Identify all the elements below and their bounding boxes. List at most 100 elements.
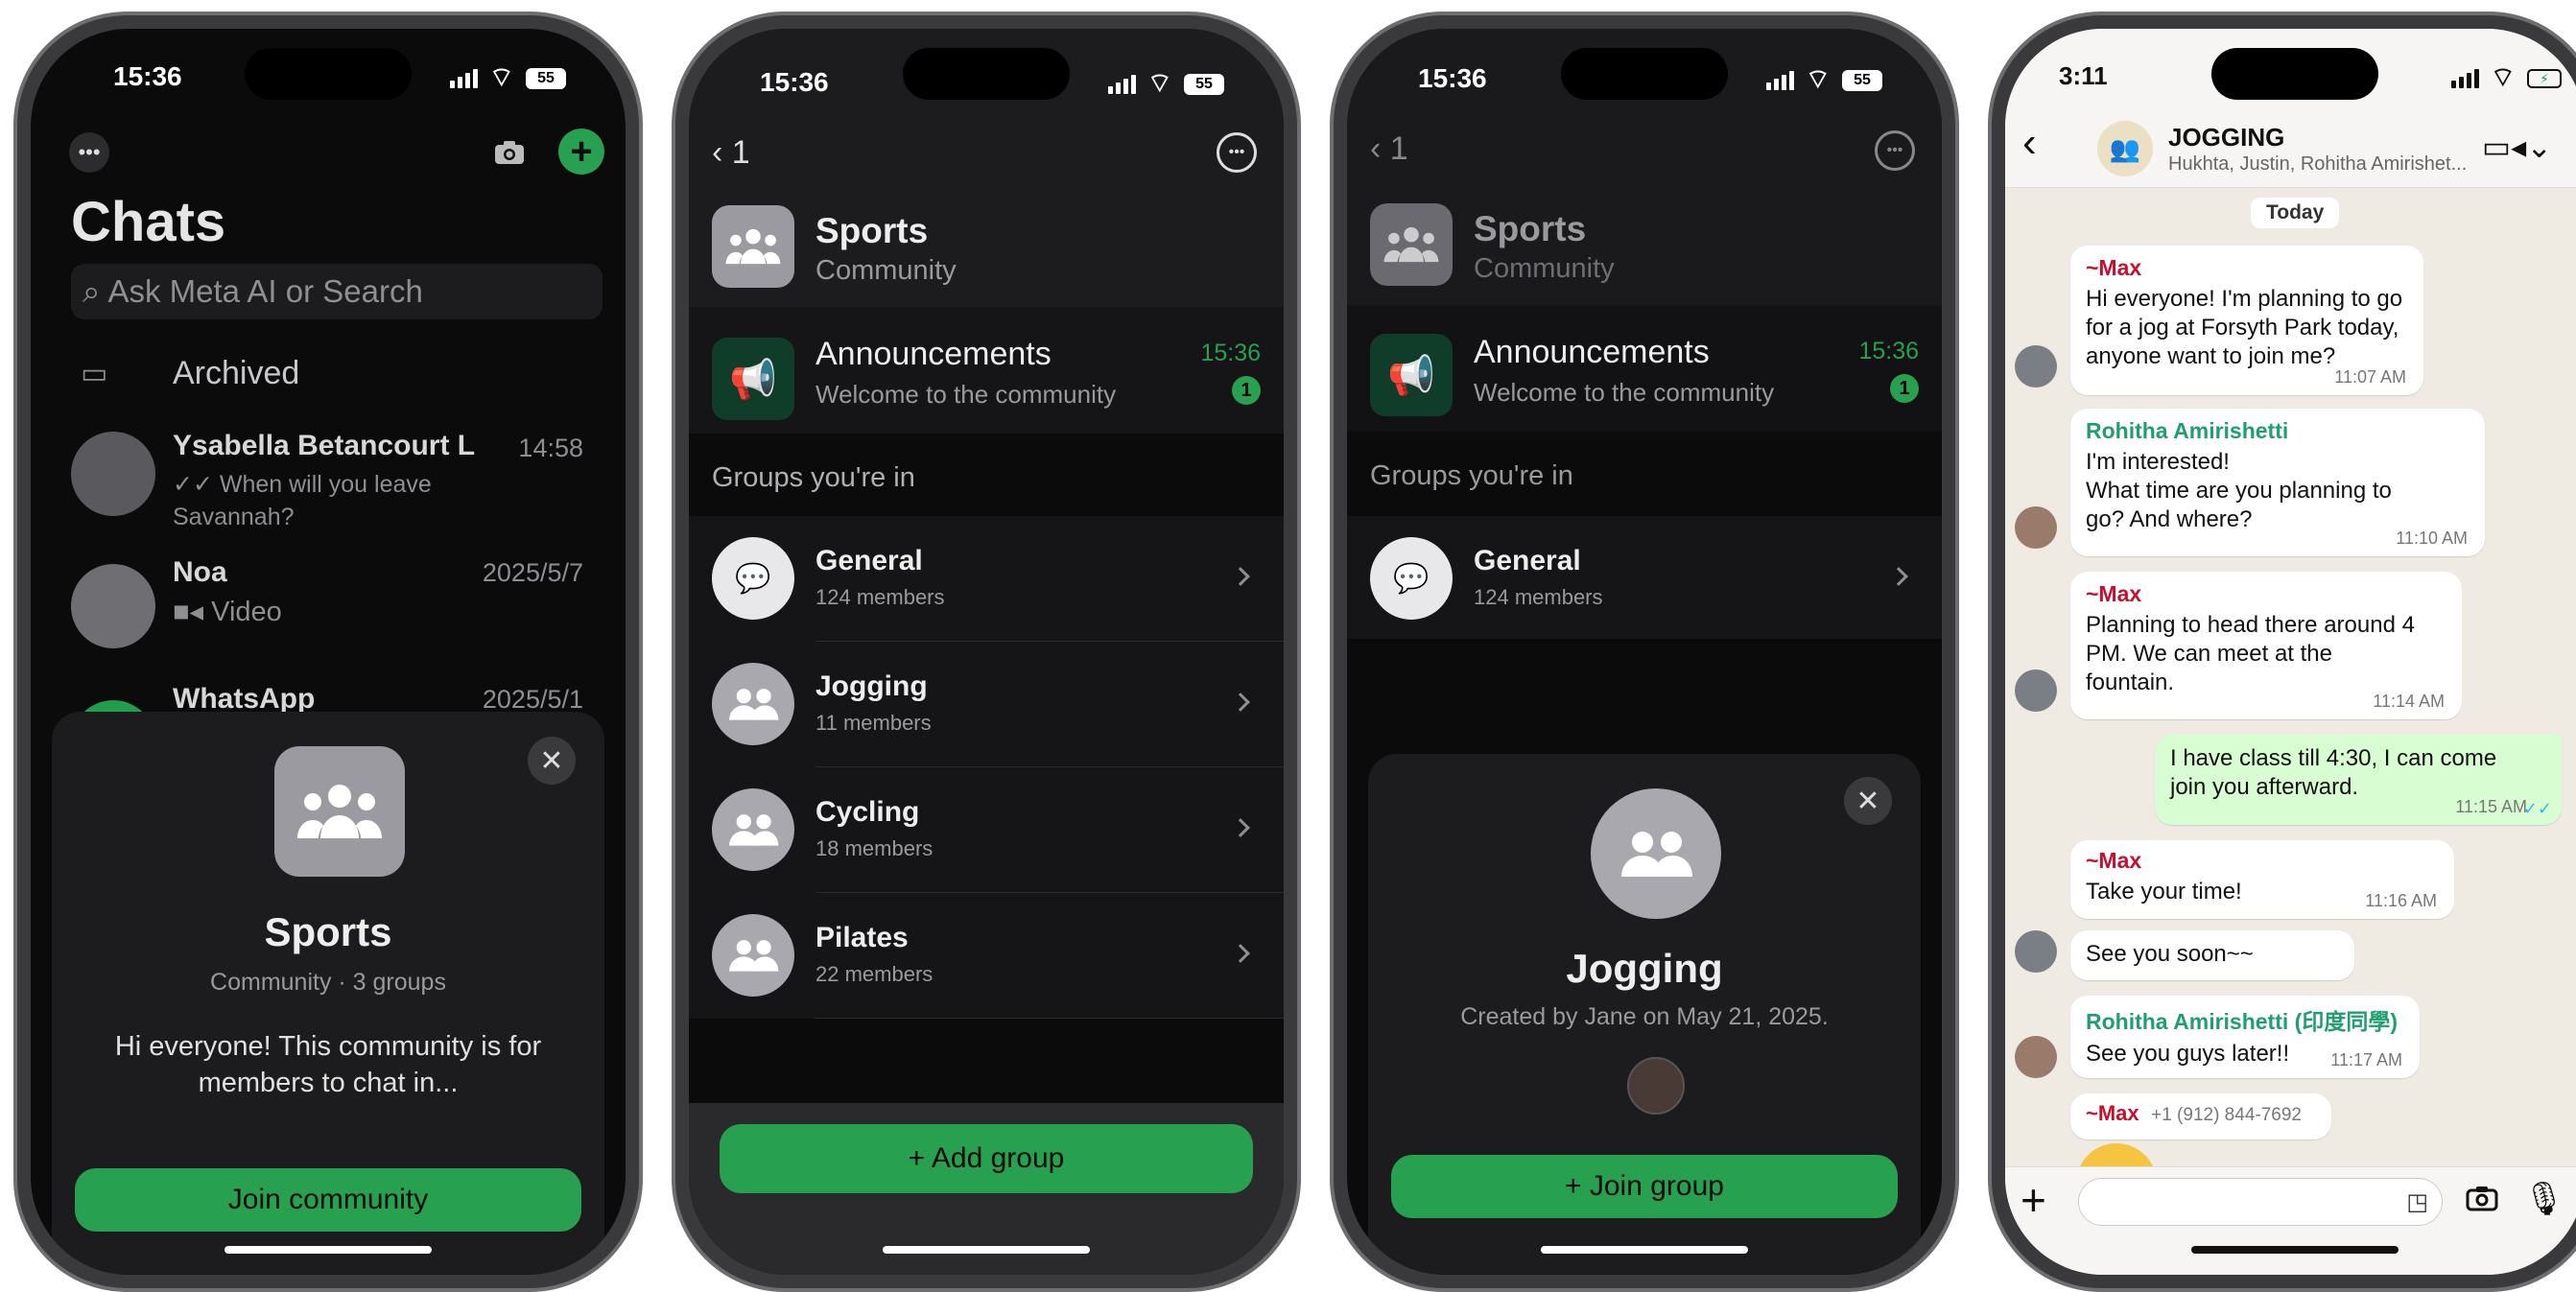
avatar — [2015, 930, 2057, 973]
home-indicator — [1541, 1246, 1748, 1254]
chevron-right-icon — [1231, 818, 1250, 837]
message-bubble: ~Max +1 (912) 844-7692 — [2070, 1093, 2331, 1139]
group-avatar-icon — [712, 788, 794, 871]
read-receipt-icon: ✓✓ — [2522, 799, 2552, 818]
community-name: Sports — [1474, 209, 1587, 248]
back-arrow-icon[interactable]: ‹ — [2022, 119, 2037, 167]
plus-icon[interactable]: + — [2021, 1174, 2046, 1226]
community-screen-join: 15:36 ⌔ 55 ‹ 1 ••• Sports Community 📢 An… — [1347, 29, 1942, 1275]
join-group-button[interactable]: + Join group — [1391, 1155, 1898, 1218]
group-name[interactable]: JOGGING — [2168, 123, 2284, 153]
video-call-icon[interactable]: ▭◂⌄ — [2482, 129, 2552, 165]
group-row[interactable]: Jogging 11 members — [689, 642, 1284, 767]
avatar — [71, 432, 155, 516]
megaphone-icon: 📢 — [1370, 334, 1453, 416]
unread-badge: 1 — [1890, 374, 1919, 403]
sent-message-bubble: I have class till 4:30, I can come join … — [2155, 735, 2562, 825]
avatar — [2015, 506, 2057, 549]
group-members: 18 members — [815, 836, 934, 860]
group-avatar-icon — [1591, 788, 1721, 919]
add-group-button[interactable]: + Add group — [720, 1124, 1253, 1193]
camera-icon[interactable] — [2466, 1184, 2498, 1219]
status-time: 15:36 — [113, 61, 182, 91]
status-time: 15:36 — [1418, 63, 1487, 93]
section-header: Groups you're in — [712, 462, 915, 493]
group-row[interactable]: Pilates 22 members — [689, 893, 1284, 1019]
wifi-icon: ⌔ — [488, 62, 514, 92]
avatar — [71, 564, 155, 648]
signal-icon — [1765, 70, 1794, 90]
back-button[interactable]: ‹ 1 — [712, 134, 750, 172]
announcements-subtitle: Welcome to the community — [1474, 378, 1775, 407]
megaphone-icon: 📢 — [712, 338, 794, 420]
video-icon: ■◂ — [173, 597, 212, 627]
group-row[interactable]: Cycling 18 members — [689, 767, 1284, 893]
status-time: 15:36 — [760, 67, 829, 97]
community-sub: Community — [1474, 253, 1615, 284]
community-sub: Community — [815, 255, 957, 286]
close-icon[interactable]: ✕ — [1844, 777, 1892, 825]
dynamic-island — [245, 48, 412, 100]
battery-icon: 55 — [1842, 69, 1882, 91]
group-row[interactable]: 💬 General 124 members — [689, 516, 1284, 642]
group-name: General — [1474, 545, 1581, 576]
close-icon[interactable]: ✕ — [528, 737, 576, 785]
message-bubble: ~Max Planning to head there around 4 PM. … — [2070, 572, 2462, 719]
chevron-left-icon: ‹ — [712, 134, 732, 171]
join-community-button[interactable]: Join community — [75, 1168, 581, 1232]
chat-preview: ✓✓ When will you leave Savannah? — [173, 471, 432, 530]
more-options-icon[interactable]: ••• — [1217, 132, 1257, 173]
community-screen: 15:36 ⌔ 55 ‹ 1 ••• Sports Community 📢 An… — [689, 29, 1284, 1275]
more-options-icon[interactable]: ••• — [1875, 130, 1915, 171]
date-chip: Today — [2251, 198, 2340, 228]
message-bubble: Rohitha Amirishetti (印度同學) See you guys l… — [2070, 996, 2420, 1078]
phone-frame-4: 3:11 ⌔ ⚡ ‹ 👥 JOGGING Hukhta, Justin, Roh… — [1988, 12, 2576, 1292]
wifi-icon: ⌔ — [1146, 68, 1172, 98]
new-chat-button[interactable]: + — [558, 129, 604, 175]
group-members: 11 members — [815, 711, 932, 735]
signal-icon — [449, 68, 478, 88]
wifi-icon: ⌔ — [2490, 62, 2516, 92]
chat-time: 2025/5/7 — [482, 558, 583, 587]
search-icon: ⌕ — [83, 272, 101, 309]
chat-bubble-icon: 💬 — [1370, 537, 1453, 620]
wifi-icon: ⌔ — [1805, 64, 1831, 94]
community-name: Sports — [815, 211, 929, 250]
more-options-icon[interactable]: ••• — [69, 132, 109, 173]
group-avatar-icon — [712, 663, 794, 745]
announcements-subtitle: Welcome to the community — [815, 380, 1117, 409]
camera-icon[interactable] — [487, 132, 532, 173]
message-bubble: ~Max Take your time! 11:16 AM — [2070, 840, 2454, 919]
chat-name[interactable]: Noa — [173, 556, 227, 589]
back-button[interactable]: ‹ 1 — [1370, 130, 1408, 168]
section-header: Groups you're in — [1370, 460, 1573, 491]
microphone-icon[interactable]: 🎙 — [2523, 1180, 2564, 1218]
chevron-right-icon — [1231, 944, 1250, 963]
announcements-row[interactable]: 📢 Announcements Welcome to the community… — [689, 307, 1284, 434]
group-members: 124 members — [815, 585, 945, 609]
group-sheet: ✕ Jogging Created by Jane on May 21, 202… — [1368, 754, 1921, 1275]
chevron-left-icon: ‹ — [1370, 130, 1390, 167]
battery-icon: 55 — [526, 67, 566, 89]
community-icon — [1370, 203, 1453, 286]
group-avatar-icon[interactable]: 👥 — [2097, 121, 2153, 176]
chevron-right-icon — [1889, 567, 1908, 586]
avatar — [2015, 1036, 2057, 1078]
phone-frame-1: 15:36 ⌔ 55 ••• + Chats ⌕ Ask Meta AI or S… — [13, 12, 643, 1292]
archived-row[interactable]: Archived — [173, 355, 299, 392]
chats-screen: 15:36 ⌔ 55 ••• + Chats ⌕ Ask Meta AI or S… — [31, 29, 626, 1275]
chevron-right-icon — [1231, 693, 1250, 712]
home-indicator — [883, 1246, 1090, 1254]
divider — [815, 1018, 1284, 1019]
community-description: Hi everyone! This community is for membe… — [114, 1031, 542, 1098]
message-input[interactable]: ◳ — [2078, 1178, 2443, 1226]
chat-name[interactable]: WhatsApp — [173, 683, 315, 716]
community-title: Sports — [264, 909, 392, 954]
announcements-row[interactable]: 📢 Announcements Welcome to the community… — [1347, 305, 1942, 432]
message-bubble: Rohitha Amirishetti I'm interested! What … — [2070, 409, 2485, 556]
chat-name[interactable]: Ysabella Betancourt L — [173, 430, 475, 462]
search-input[interactable]: ⌕ Ask Meta AI or Search — [71, 264, 603, 319]
sticker-icon[interactable]: ◳ — [2406, 1188, 2428, 1216]
message-bubble: ~Max Hi everyone! I'm planning to go for … — [2070, 246, 2423, 395]
group-row[interactable]: 💬 General 124 members — [1347, 516, 1942, 639]
